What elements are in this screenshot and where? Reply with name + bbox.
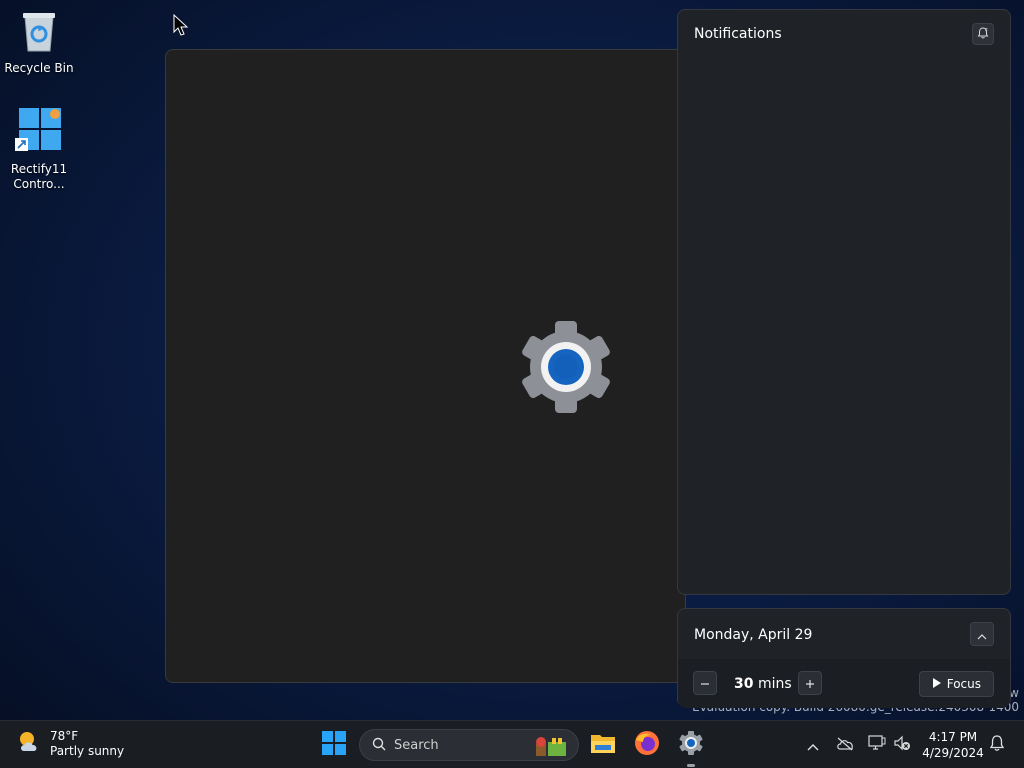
focus-minutes-unit: mins	[757, 676, 792, 692]
focus-button-label: Focus	[946, 677, 981, 691]
calendar-panel: Monday, April 29 30 mins Focus	[677, 608, 1011, 708]
chevron-up-icon	[977, 625, 987, 644]
volume-muted-icon	[893, 735, 911, 755]
notifications-title: Notifications	[694, 26, 782, 42]
minus-icon	[700, 674, 710, 693]
chevron-up-icon	[807, 736, 819, 755]
focus-minutes-value: 30	[734, 676, 754, 692]
desktop-icon-rectify11[interactable]: Rectify11 Contro...	[3, 106, 75, 192]
recycle-bin-label: Recycle Bin	[4, 61, 74, 75]
onedrive-icon	[836, 736, 854, 755]
recycle-bin-icon	[20, 9, 58, 57]
notification-center: Notifications z	[677, 9, 1011, 595]
calendar-collapse-button[interactable]	[970, 622, 994, 646]
firefox-icon	[634, 730, 660, 760]
partly-sunny-icon	[16, 728, 44, 760]
weather-temp: 78°F	[50, 729, 79, 743]
network-icon	[868, 735, 886, 755]
settings-taskbar-button[interactable]	[675, 729, 707, 767]
start-button[interactable]	[318, 729, 350, 761]
settings-icon	[679, 731, 703, 759]
firefox-button[interactable]	[631, 729, 663, 761]
focus-increase-button[interactable]	[798, 671, 822, 695]
search-placeholder: Search	[394, 737, 439, 753]
clock-time: 4:17 PM	[928, 730, 978, 744]
play-icon	[932, 677, 941, 691]
file-explorer-button[interactable]	[587, 729, 619, 761]
search-highlight-icon	[534, 734, 568, 762]
search-icon	[372, 736, 386, 755]
weather-condition: Partly sunny	[50, 744, 125, 758]
taskbar: 78°F Partly sunny Search 4:17 PM 4/29/20…	[0, 720, 1024, 768]
clock-date: 4/29/2024	[922, 746, 984, 760]
desktop-icon-recycle-bin[interactable]: Recycle Bin	[3, 9, 75, 76]
mouse-cursor-icon	[173, 13, 189, 40]
network-button[interactable]	[865, 733, 889, 757]
start-icon	[322, 731, 346, 759]
calendar-date: Monday, April 29	[694, 627, 813, 643]
focus-start-button[interactable]: Focus	[918, 671, 994, 697]
onedrive-button[interactable]	[833, 733, 857, 757]
plus-icon	[805, 674, 815, 693]
settings-window[interactable]	[165, 49, 686, 683]
rectify11-control-center-icon	[15, 106, 63, 158]
taskbar-search[interactable]: Search	[359, 729, 579, 761]
do-not-disturb-icon: z	[976, 25, 990, 44]
show-hidden-icons-button[interactable]	[801, 733, 825, 757]
do-not-disturb-button[interactable]: z	[972, 23, 994, 45]
bell-icon	[989, 734, 1005, 756]
focus-session-row: 30 mins Focus	[678, 659, 1010, 708]
volume-button[interactable]	[890, 733, 914, 757]
settings-splash-gear-icon	[516, 319, 616, 419]
taskbar-clock[interactable]: 4:17 PM 4/29/2024	[920, 729, 986, 761]
focus-decrease-button[interactable]	[693, 671, 717, 695]
svg-text:z: z	[985, 27, 988, 33]
rectify11-label: Rectify11 Contro...	[10, 162, 68, 191]
file-explorer-icon	[590, 732, 616, 758]
focus-duration: 30 mins	[734, 676, 792, 692]
weather-widget[interactable]: 78°F Partly sunny	[16, 728, 124, 760]
running-indicator	[687, 764, 695, 767]
notification-center-button[interactable]	[985, 733, 1009, 757]
